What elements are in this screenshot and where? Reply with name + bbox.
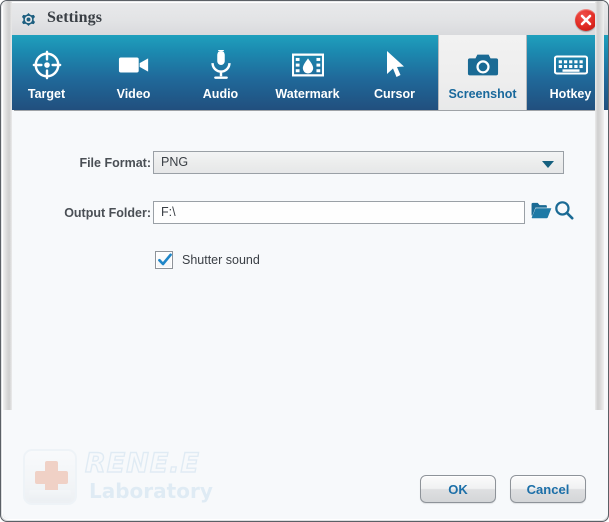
tab-label: Target: [27, 87, 66, 101]
tab-label: Video: [116, 87, 151, 101]
cursor-arrow-icon: [377, 48, 413, 82]
tab-label: Hotkey: [549, 87, 592, 101]
output-folder-label: Output Folder:: [64, 206, 151, 220]
shutter-sound-row[interactable]: Shutter sound: [155, 249, 260, 271]
settings-window: Settings Target Video Audio Watermark Cu…: [0, 0, 609, 522]
keyboard-icon: [553, 48, 589, 82]
tab-label: Audio: [202, 87, 239, 101]
tab-bar: Target Video Audio Watermark Cursor Scre…: [3, 35, 608, 110]
search-folder-button[interactable]: [552, 200, 576, 224]
shutter-sound-label: Shutter sound: [182, 253, 260, 267]
close-button[interactable]: [575, 9, 597, 31]
gear-icon: [19, 10, 38, 29]
open-folder-icon: [531, 201, 552, 224]
title-bar: Settings: [3, 3, 608, 35]
tab-watermark[interactable]: Watermark: [264, 35, 351, 110]
magnifier-icon: [554, 200, 574, 225]
microphone-icon: [203, 48, 239, 82]
tab-cursor[interactable]: Cursor: [351, 35, 438, 110]
ok-button[interactable]: OK: [420, 475, 496, 503]
tab-video[interactable]: Video: [90, 35, 177, 110]
right-edge-rail: [595, 1, 604, 410]
output-folder-value: F:\: [161, 205, 176, 219]
file-format-label: File Format:: [79, 156, 151, 170]
panel-divider: [14, 110, 597, 111]
watermark-icon: [290, 48, 326, 82]
camera-icon: [465, 48, 501, 82]
left-edge-rail: [3, 1, 12, 410]
target-icon: [29, 48, 65, 82]
window-title: Settings: [47, 9, 103, 26]
file-format-value: PNG: [161, 155, 189, 169]
file-format-dropdown[interactable]: PNG: [153, 151, 564, 174]
output-folder-input[interactable]: F:\: [153, 201, 525, 224]
close-icon: [580, 14, 592, 26]
tab-target[interactable]: Target: [3, 35, 90, 110]
checkmark-icon: [158, 253, 172, 266]
window-frame: Settings Target Video Audio Watermark Cu…: [0, 0, 609, 522]
tab-label: Screenshot: [448, 87, 517, 101]
video-camera-icon: [116, 48, 152, 82]
tab-label: Cursor: [374, 87, 415, 101]
shutter-sound-checkbox[interactable]: [155, 251, 173, 269]
tab-label: Watermark: [275, 87, 340, 101]
tab-screenshot[interactable]: Screenshot: [438, 35, 527, 110]
chevron-down-icon: [542, 161, 554, 168]
cancel-button[interactable]: Cancel: [510, 475, 586, 503]
browse-folder-button[interactable]: [529, 200, 553, 224]
tab-audio[interactable]: Audio: [177, 35, 264, 110]
